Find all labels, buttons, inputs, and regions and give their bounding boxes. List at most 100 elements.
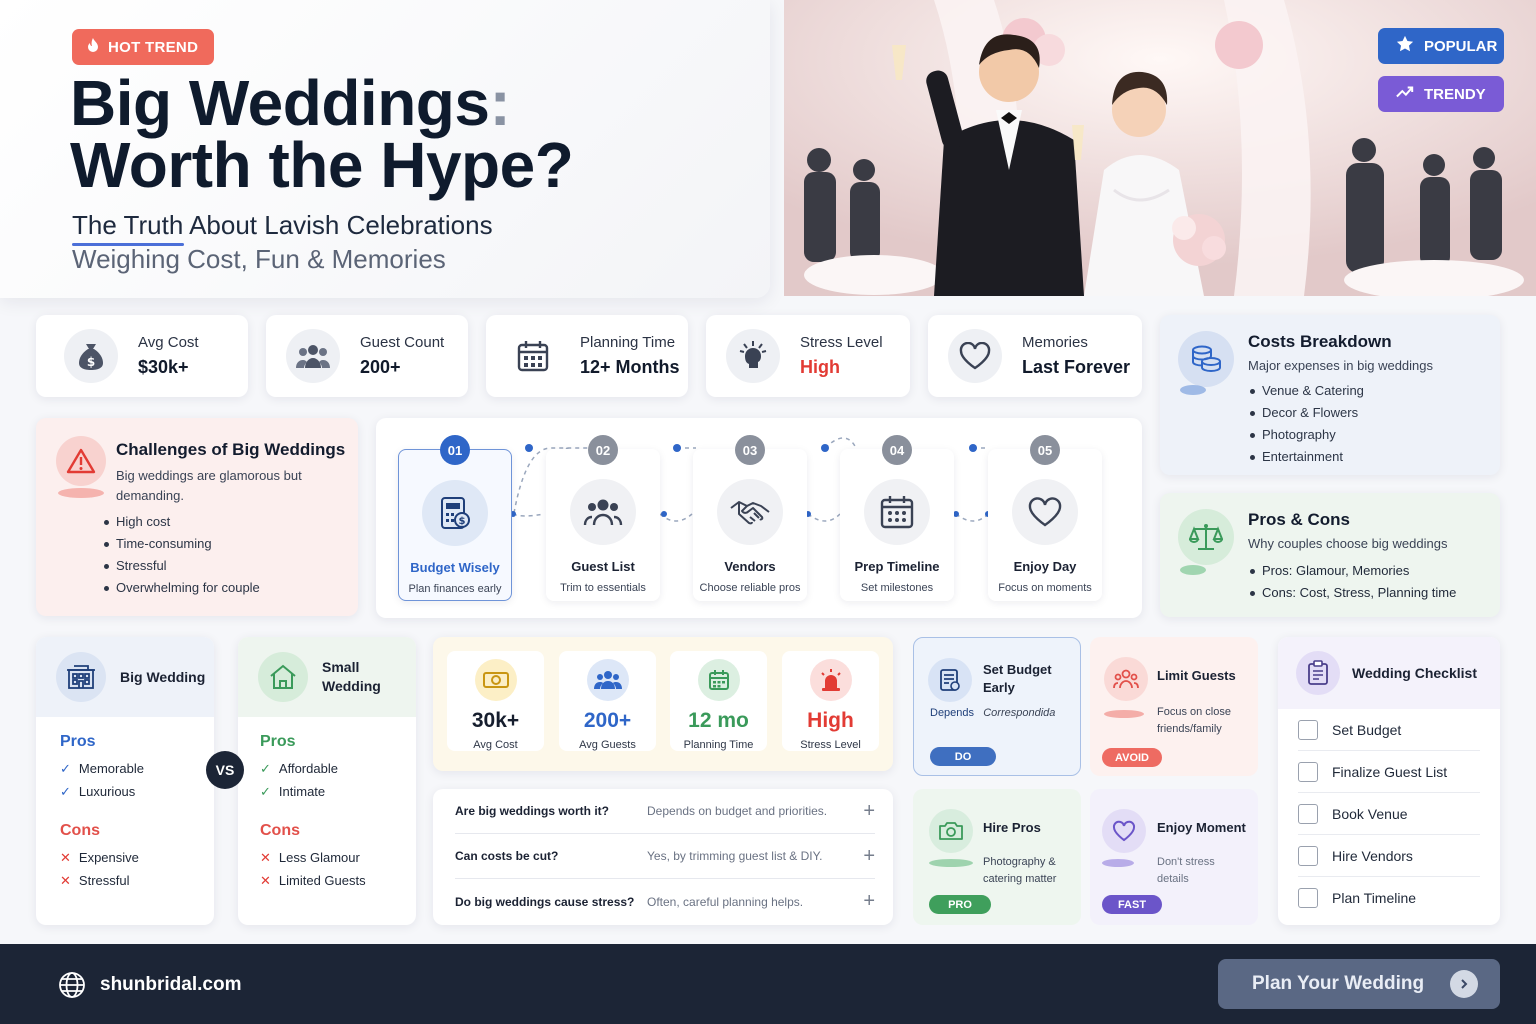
svg-text:$: $ xyxy=(87,355,95,369)
faq-answer: Often, careful planning helps. xyxy=(647,894,804,909)
step-budget-wisely[interactable]: $ Budget Wisely Plan finances early xyxy=(398,449,512,601)
pros-label: Pros xyxy=(260,733,296,750)
trendy-badge: TRENDY xyxy=(1378,76,1504,112)
list-item: Pros: Glamour, Memories xyxy=(1248,560,1456,582)
checkbox[interactable] xyxy=(1298,761,1318,782)
mini-stat-value: 12 mo xyxy=(688,709,749,732)
hot-trend-badge: HOT TREND xyxy=(72,29,215,65)
list-item: ✓ Intimate xyxy=(260,780,416,803)
tip-title: Limit Guests xyxy=(1157,668,1236,683)
checkbox[interactable] xyxy=(1298,803,1318,824)
decor-blob xyxy=(1102,859,1134,867)
costs-list: Venue & Catering Decor & Flowers Photogr… xyxy=(1248,380,1433,468)
tip-desc: Photography & catering matter xyxy=(983,856,1057,885)
mini-stat-label: Planning Time xyxy=(683,739,754,751)
faq-item[interactable]: Do big weddings cause stress? Often, care… xyxy=(455,879,875,924)
calendar-icon xyxy=(506,329,560,383)
step-enjoy-day[interactable]: Enjoy Day Focus on moments xyxy=(988,449,1102,601)
list-item: Venue & Catering xyxy=(1248,380,1433,402)
pros-cons-card: Pros & Cons Why couples choose big weddi… xyxy=(1160,493,1500,617)
stat-value: 12+ Months xyxy=(580,357,680,377)
checklist-item[interactable]: Book Venue xyxy=(1298,793,1480,835)
checkbox[interactable] xyxy=(1298,888,1318,908)
checklist-item[interactable]: Plan Timeline xyxy=(1298,877,1480,919)
tip-limit-guests[interactable]: Limit Guests Focus on close friends/famil… xyxy=(1090,637,1258,776)
step-number: 04 xyxy=(882,435,912,465)
tip-title: Enjoy Moment xyxy=(1157,820,1246,835)
plus-icon[interactable]: + xyxy=(855,890,875,913)
checklist-item[interactable]: Set Budget xyxy=(1298,709,1480,751)
costs-title: Costs Breakdown xyxy=(1248,332,1392,351)
vs-badge: VS xyxy=(206,751,244,789)
budget-calculator-icon: $ xyxy=(422,480,488,546)
stat-stress-level: Stress Level High xyxy=(706,315,910,397)
challenges-title: Challenges of Big Weddings xyxy=(116,440,346,459)
tip-desc: Depends Correspondida xyxy=(930,707,1056,719)
checklist-item[interactable]: Finalize Guest List xyxy=(1298,751,1480,793)
tip-title: Hire Pros xyxy=(983,820,1041,835)
tip-desc: Don't stress details xyxy=(1157,856,1215,885)
faq-item[interactable]: Are big weddings worth it? Depends on bud… xyxy=(455,789,875,834)
step-prep-timeline[interactable]: Prep Timeline Set milestones xyxy=(840,449,954,601)
money-bag-icon: $ xyxy=(64,329,118,383)
cons-label: Cons xyxy=(260,822,300,839)
checkbox[interactable] xyxy=(1298,845,1318,866)
tip-set-budget[interactable]: Set Budget Early Depends Correspondida DO xyxy=(913,637,1081,776)
plus-icon[interactable]: + xyxy=(855,800,875,823)
avoid-tag: AVOID xyxy=(1102,748,1162,767)
list-item: Stressful xyxy=(102,555,260,577)
x-icon: ✕ xyxy=(60,873,71,888)
clipboard-icon xyxy=(1296,651,1340,695)
wedding-checklist: Wedding Checklist Set Budget Finalize Gu… xyxy=(1278,637,1500,925)
faq-card: Are big weddings worth it? Depends on bud… xyxy=(433,789,893,925)
tip-title: Set Budget Early xyxy=(983,662,1052,695)
small-wedding-title: Small Wedding xyxy=(322,659,381,694)
tip-hire-pros[interactable]: Hire Pros Photography & catering matter P… xyxy=(913,789,1081,925)
list-item: ✓ Memorable xyxy=(60,757,214,780)
heart-icon xyxy=(948,329,1002,383)
pro-tag: PRO xyxy=(929,895,991,914)
mini-stat-value: 30k+ xyxy=(471,709,520,732)
step-number: 01 xyxy=(440,435,470,465)
budget-sheet-icon xyxy=(928,658,972,702)
checklist-item[interactable]: Hire Vendors xyxy=(1298,835,1480,877)
footer: shunbridal.com Plan Your Wedding xyxy=(0,944,1536,1024)
stat-value: 200+ xyxy=(360,357,401,377)
stat-value: $30k+ xyxy=(138,357,189,377)
mini-stat-label: Stress Level xyxy=(800,739,861,751)
step-guest-list[interactable]: Guest List Trim to essentials xyxy=(546,449,660,601)
site-link[interactable]: shunbridal.com xyxy=(100,974,241,996)
x-icon: ✕ xyxy=(260,873,271,888)
decor-blob xyxy=(1180,565,1206,575)
big-wedding-title: Big Wedding xyxy=(120,669,206,685)
faq-item[interactable]: Can costs be cut? Yes, by trimming guest … xyxy=(455,834,875,879)
mini-stat-stress-level: High Stress Level xyxy=(782,651,879,751)
plus-icon[interactable]: + xyxy=(855,845,875,868)
decor-blob xyxy=(1104,710,1144,718)
step-vendors[interactable]: Vendors Choose reliable pros xyxy=(693,449,807,601)
scales-icon xyxy=(1178,509,1234,565)
flame-icon xyxy=(86,37,100,57)
step-title: Enjoy Day xyxy=(1013,559,1077,574)
challenges-desc: Big weddings are glamorous but xyxy=(116,468,302,483)
mini-stat-planning-time: 12 mo Planning Time xyxy=(670,651,767,751)
list-item: ✕ Expensive xyxy=(60,846,214,869)
cash-icon xyxy=(474,659,517,701)
tip-enjoy-moment[interactable]: Enjoy Moment Don't stress details FAST xyxy=(1090,789,1258,925)
stat-planning-time: Planning Time 12+ Months xyxy=(486,315,688,397)
checkbox[interactable] xyxy=(1298,719,1318,740)
stat-value: High xyxy=(800,357,840,377)
warning-icon xyxy=(56,436,106,486)
pros-cons-title: Pros & Cons xyxy=(1248,510,1351,529)
list-item: High cost xyxy=(102,511,260,533)
plan-wedding-button[interactable]: Plan Your Wedding xyxy=(1218,959,1500,1009)
pros-cons-list: Pros: Glamour, Memories Cons: Cost, Stre… xyxy=(1248,560,1456,604)
stat-label: Stress Level xyxy=(800,334,883,351)
step-title: Guest List xyxy=(571,559,635,574)
plan-wedding-label: Plan Your Wedding xyxy=(1252,973,1425,994)
globe-icon xyxy=(58,971,86,1004)
popular-badge: POPULAR xyxy=(1378,28,1504,64)
mini-stat-avg-guests: 200+ Avg Guests xyxy=(559,651,656,751)
x-icon: ✕ xyxy=(260,850,271,865)
stress-head-icon xyxy=(726,329,780,383)
